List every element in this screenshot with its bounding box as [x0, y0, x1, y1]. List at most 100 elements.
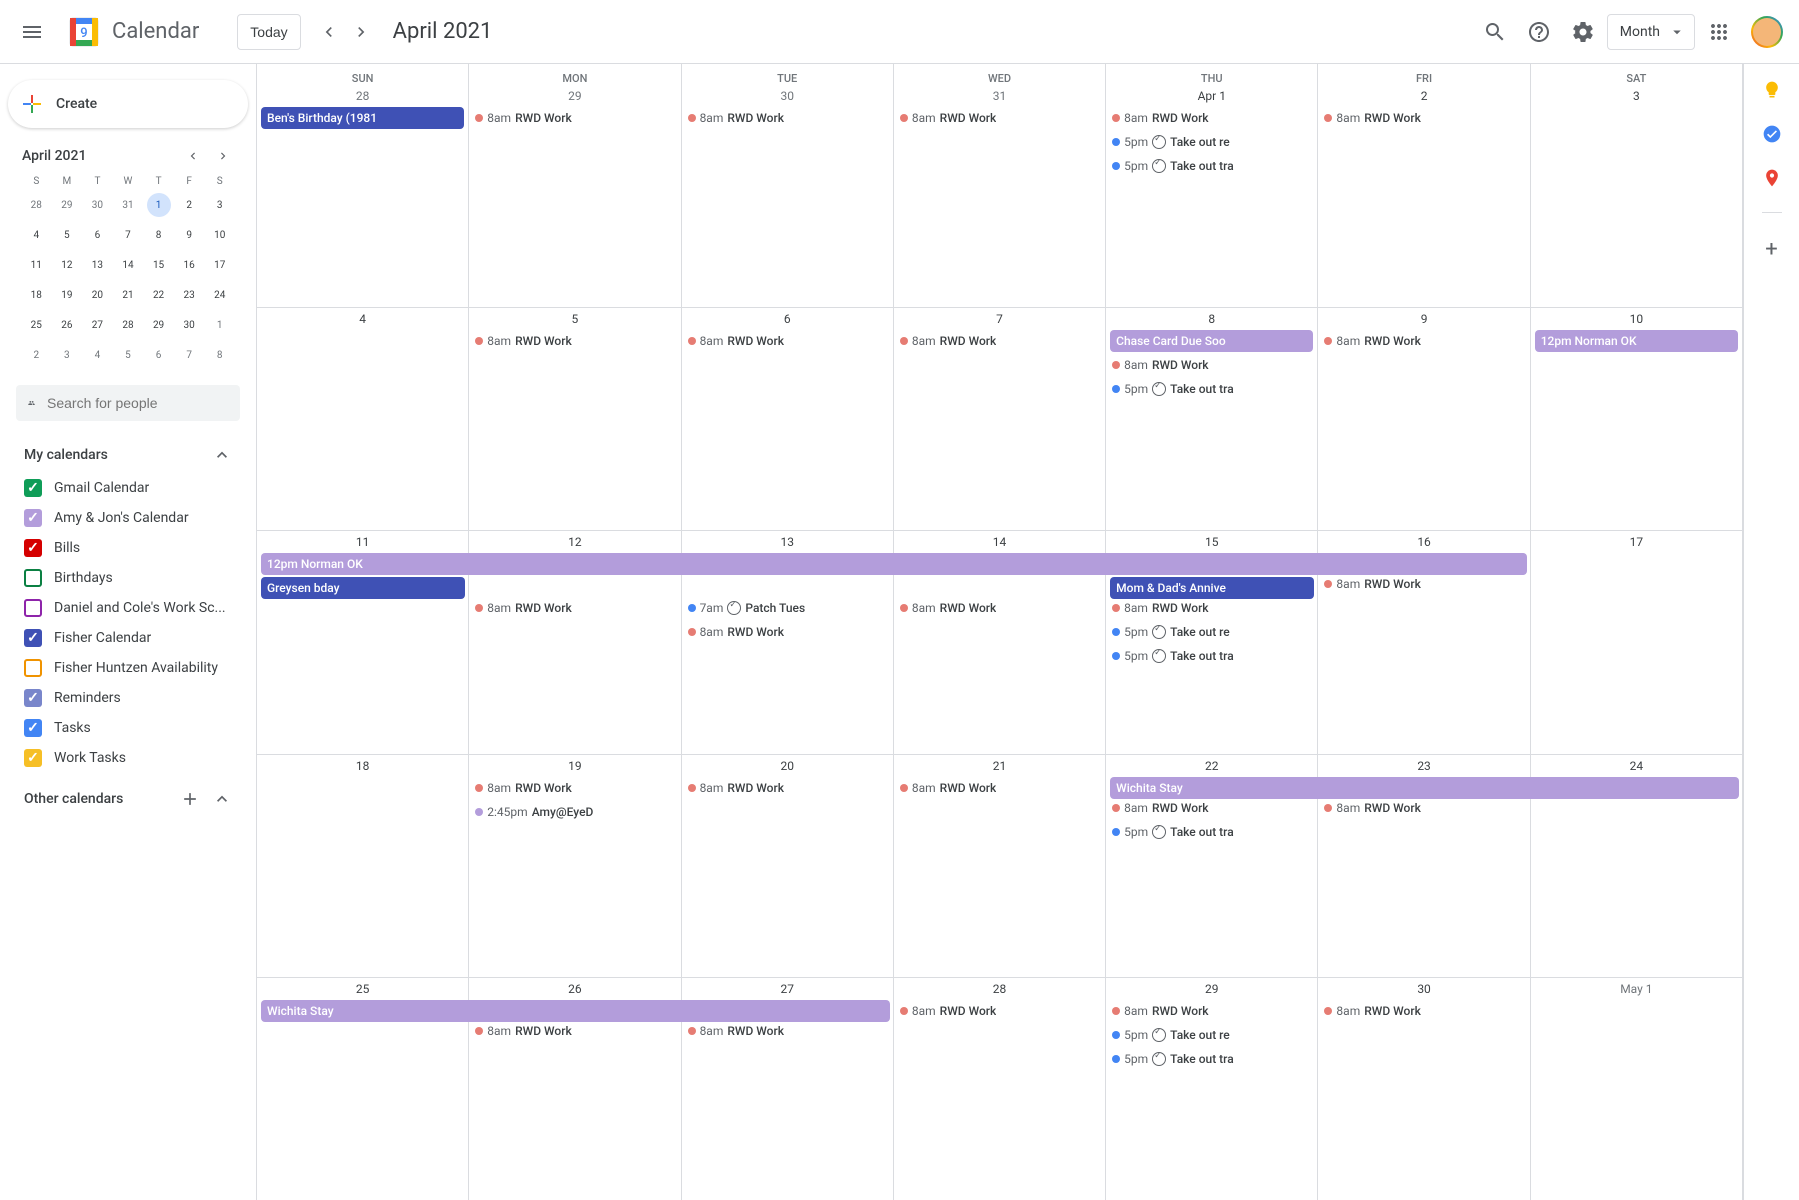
search-button[interactable] [1475, 12, 1515, 52]
day-cell[interactable]: 98amRWD Work [1318, 308, 1530, 530]
timed-event[interactable]: 8amRWD Work [898, 1000, 1101, 1022]
all-day-event[interactable]: Chase Card Due Soo [1110, 330, 1313, 352]
timed-event[interactable]: 8amRWD Work [1110, 107, 1313, 129]
calendar-checkbox[interactable] [24, 749, 42, 767]
keep-icon[interactable] [1762, 80, 1782, 100]
timed-event[interactable]: 5pmTake out tra [1110, 821, 1313, 843]
calendar-checkbox[interactable] [24, 629, 42, 647]
mini-day-cell[interactable]: 24 [208, 283, 232, 307]
all-day-event[interactable]: Ben's Birthday (1981 [261, 107, 464, 129]
timed-event[interactable]: 8amRWD Work [1322, 573, 1525, 595]
mini-day-cell[interactable]: 6 [85, 223, 109, 247]
day-cell[interactable]: 18 [257, 755, 469, 977]
mini-day-cell[interactable]: 14 [116, 253, 140, 277]
mini-day-cell[interactable]: 11 [24, 253, 48, 277]
timed-event[interactable]: 7amPatch Tues [686, 597, 889, 619]
mini-day-cell[interactable]: 19 [55, 283, 79, 307]
calendar-list-item[interactable]: Amy & Jon's Calendar [16, 503, 240, 533]
day-cell[interactable]: 198amRWD Work2:45pmAmy@EyeD [469, 755, 681, 977]
calendar-list-item[interactable]: Daniel and Cole's Work Sc... [16, 593, 240, 623]
mini-day-cell[interactable]: 9 [177, 223, 201, 247]
mini-day-cell[interactable]: 5 [55, 223, 79, 247]
mini-day-cell[interactable]: 5 [116, 343, 140, 367]
search-people-input[interactable] [47, 395, 228, 411]
add-addon-button[interactable]: + [1765, 237, 1777, 262]
mini-day-cell[interactable]: 8 [208, 343, 232, 367]
support-button[interactable] [1519, 12, 1559, 52]
day-cell[interactable]: 58amRWD Work [469, 308, 681, 530]
timed-event[interactable]: 5pmTake out tra [1110, 1048, 1313, 1070]
calendar-list-item[interactable]: Gmail Calendar [16, 473, 240, 503]
day-cell[interactable]: 208amRWD Work [682, 755, 894, 977]
mini-day-cell[interactable]: 30 [85, 193, 109, 217]
view-selector[interactable]: Month [1607, 14, 1695, 50]
timed-event[interactable]: 8amRWD Work [1110, 1000, 1313, 1022]
calendar-checkbox[interactable] [24, 479, 42, 497]
mini-day-cell[interactable]: 16 [177, 253, 201, 277]
day-cell[interactable]: 308amRWD Work [682, 85, 894, 307]
mini-day-cell[interactable]: 8 [147, 223, 171, 247]
mini-day-cell[interactable]: 1 [208, 313, 232, 337]
mini-day-cell[interactable]: 1 [147, 193, 171, 217]
mini-day-cell[interactable]: 23 [177, 283, 201, 307]
day-cell[interactable]: 298amRWD Work5pmTake out re5pmTake out t… [1106, 978, 1318, 1200]
mini-day-cell[interactable]: 2 [177, 193, 201, 217]
timed-event[interactable]: 8amRWD Work [1110, 597, 1313, 619]
timed-event[interactable]: 8amRWD Work [898, 597, 1101, 619]
mini-day-cell[interactable]: 18 [24, 283, 48, 307]
mini-day-cell[interactable]: 27 [85, 313, 109, 337]
mini-day-cell[interactable]: 31 [116, 193, 140, 217]
tasks-icon[interactable] [1762, 124, 1782, 144]
multi-day-event[interactable]: Greysen bday [261, 577, 465, 599]
timed-event[interactable]: 5pmTake out tra [1110, 155, 1313, 177]
day-cell[interactable]: 218amRWD Work [894, 755, 1106, 977]
account-avatar[interactable] [1751, 16, 1783, 48]
timed-event[interactable]: 8amRWD Work [1110, 354, 1313, 376]
timed-event[interactable]: 8amRWD Work [473, 330, 676, 352]
mini-day-cell[interactable]: 2 [24, 343, 48, 367]
calendar-checkbox[interactable] [24, 659, 42, 677]
mini-day-cell[interactable]: 22 [147, 283, 171, 307]
mini-day-cell[interactable]: 30 [177, 313, 201, 337]
mini-day-cell[interactable]: 4 [24, 223, 48, 247]
calendar-checkbox[interactable] [24, 689, 42, 707]
day-cell[interactable]: 1012pm Norman OK [1531, 308, 1743, 530]
mini-day-cell[interactable]: 29 [55, 193, 79, 217]
multi-day-event[interactable]: 12pm Norman OK [261, 553, 1527, 575]
timed-event[interactable]: 8amRWD Work [473, 597, 676, 619]
day-cell[interactable]: 308amRWD Work [1318, 978, 1530, 1200]
all-day-event[interactable]: 12pm Norman OK [1535, 330, 1738, 352]
search-people[interactable] [16, 385, 240, 421]
calendar-checkbox[interactable] [24, 569, 42, 587]
my-calendars-header[interactable]: My calendars [16, 437, 240, 473]
timed-event[interactable]: 8amRWD Work [686, 1020, 889, 1042]
mini-day-cell[interactable]: 26 [55, 313, 79, 337]
timed-event[interactable]: 8amRWD Work [1110, 797, 1313, 819]
calendar-list-item[interactable]: Bills [16, 533, 240, 563]
today-button[interactable]: Today [237, 14, 300, 50]
multi-day-event[interactable]: Wichita Stay [261, 1000, 890, 1022]
timed-event[interactable]: 8amRWD Work [473, 777, 676, 799]
mini-day-cell[interactable]: 12 [55, 253, 79, 277]
day-cell[interactable]: May 1 [1531, 978, 1743, 1200]
day-cell[interactable]: 3 [1531, 85, 1743, 307]
timed-event[interactable]: 5pmTake out tra [1110, 378, 1313, 400]
calendar-checkbox[interactable] [24, 509, 42, 527]
google-apps-button[interactable] [1699, 12, 1739, 52]
settings-button[interactable] [1563, 12, 1603, 52]
timed-event[interactable]: 8amRWD Work [898, 330, 1101, 352]
day-cell[interactable]: Apr 18amRWD Work5pmTake out re5pmTake ou… [1106, 85, 1318, 307]
timed-event[interactable]: 8amRWD Work [1322, 330, 1525, 352]
timed-event[interactable]: 8amRWD Work [473, 107, 676, 129]
calendar-list-item[interactable]: Birthdays [16, 563, 240, 593]
timed-event[interactable]: 5pmTake out re [1110, 131, 1313, 153]
day-cell[interactable]: 318amRWD Work [894, 85, 1106, 307]
calendar-list-item[interactable]: Fisher Huntzen Availability [16, 653, 240, 683]
mini-day-cell[interactable]: 20 [85, 283, 109, 307]
calendar-list-item[interactable]: Fisher Calendar [16, 623, 240, 653]
timed-event[interactable]: 8amRWD Work [473, 1020, 676, 1042]
mini-day-cell[interactable]: 25 [24, 313, 48, 337]
timed-event[interactable]: 2:45pmAmy@EyeD [473, 801, 676, 823]
timed-event[interactable]: 8amRWD Work [686, 330, 889, 352]
mini-day-cell[interactable]: 7 [177, 343, 201, 367]
